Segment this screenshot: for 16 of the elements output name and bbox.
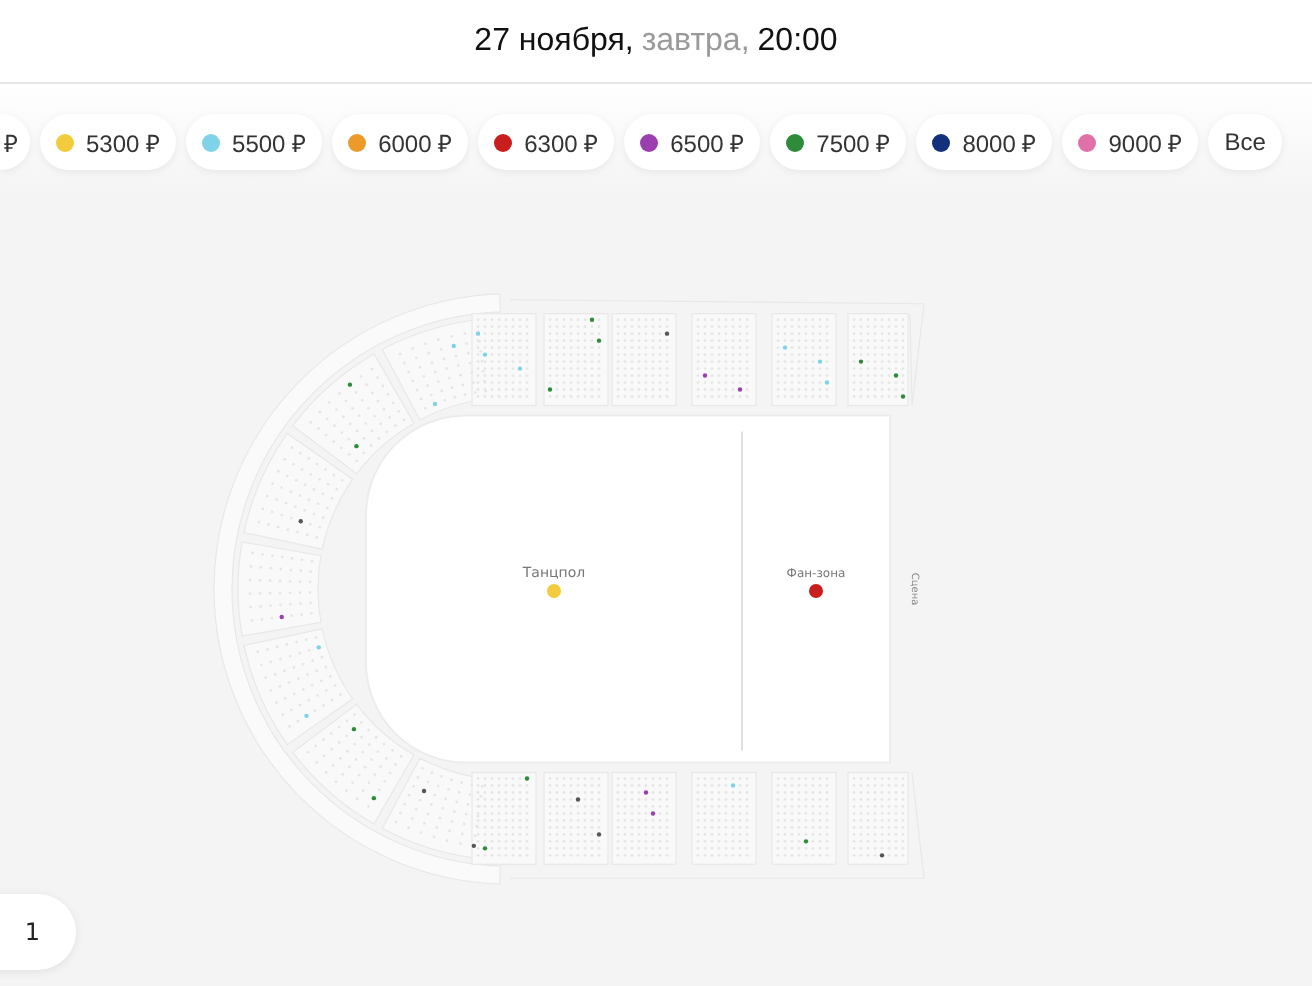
relative-day: завтра, (641, 23, 750, 59)
price-filter-chip[interactable]: 5300 ₽ (40, 114, 177, 170)
price-filter-chip[interactable]: ₽ (0, 114, 30, 170)
price-filter-chip[interactable]: 7500 ₽ (770, 114, 907, 170)
event-date: 27 ноября, (474, 23, 634, 59)
price-filter-chip[interactable]: 6500 ₽ (624, 114, 761, 170)
price-filter-chip[interactable]: 8000 ₽ (916, 114, 1053, 170)
price-filter-chip[interactable]: Все (1208, 114, 1282, 170)
price-filter-chip[interactable]: 5500 ₽ (186, 114, 323, 170)
zone-dot[interactable] (547, 584, 561, 598)
price-filter-chip[interactable]: 6000 ₽ (332, 114, 469, 170)
event-time: 20:00 (757, 23, 838, 59)
zoom-control[interactable]: 1 (0, 894, 76, 970)
price-filter-chip[interactable]: 6300 ₽ (478, 114, 615, 170)
zone-dot[interactable] (809, 584, 823, 598)
price-filter-chip[interactable]: 9000 ₽ (1062, 114, 1199, 170)
